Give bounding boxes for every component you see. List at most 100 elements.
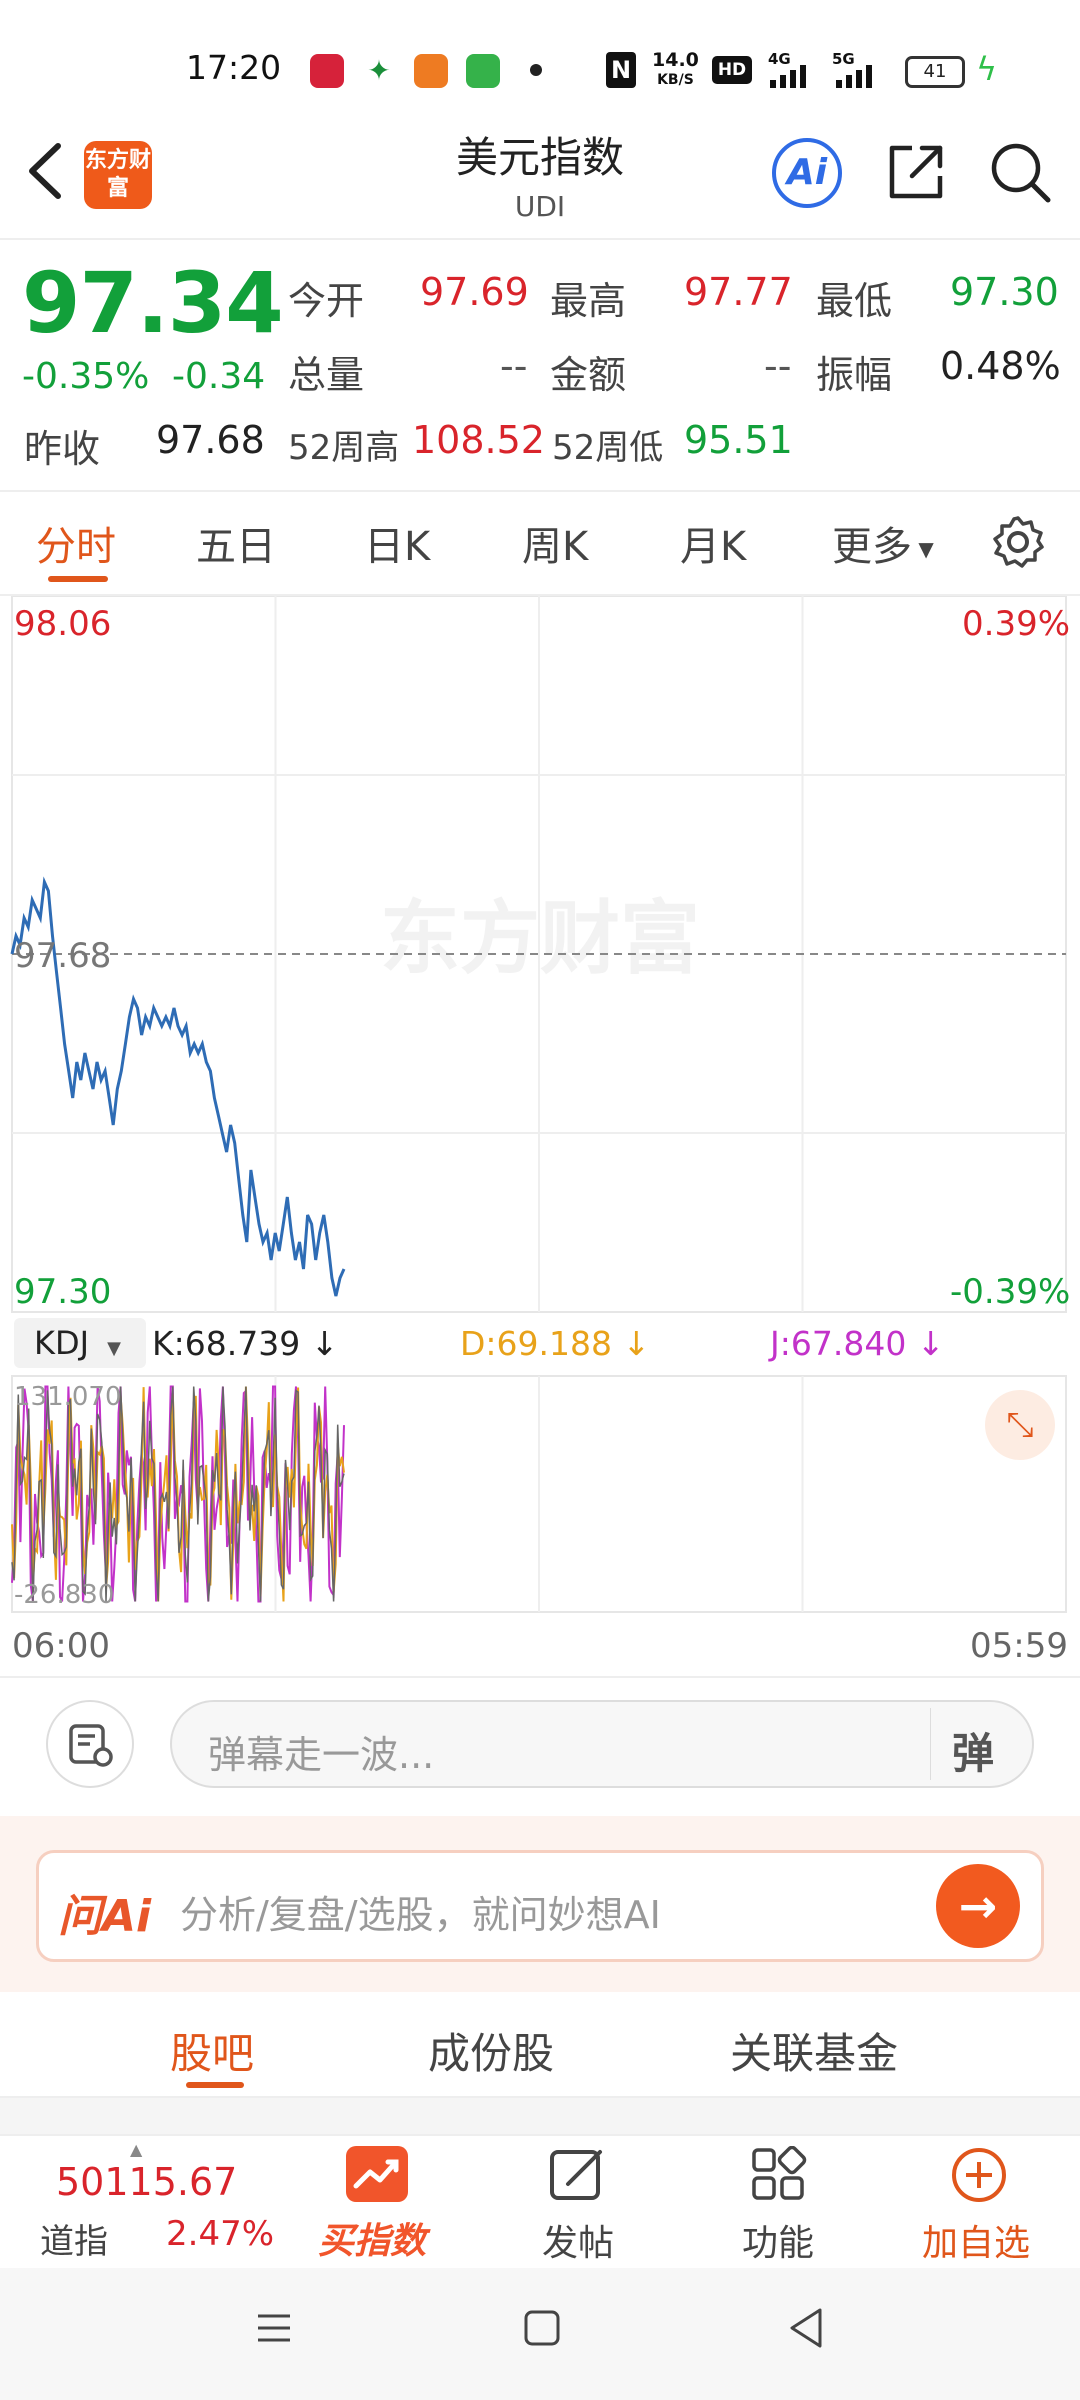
signal-5g-icon: 5G	[828, 50, 890, 88]
open-value: 97.69	[420, 270, 529, 314]
app-logo: 东方财富	[84, 141, 152, 209]
page-title: 美元指数	[455, 133, 624, 182]
indicator-selector[interactable]: KDJ ▼	[14, 1318, 146, 1368]
back-button[interactable]	[22, 140, 72, 212]
divider	[0, 238, 1080, 240]
amplitude-value: 0.48%	[940, 344, 1061, 388]
dow-change-pct: 2.47%	[166, 2214, 275, 2254]
gear-icon	[993, 516, 1044, 568]
ai-assistant-button[interactable]: Ai	[772, 138, 842, 208]
kdj-indicator-lines	[11, 1385, 345, 1603]
shield-app-icon	[466, 54, 500, 88]
amount-label: 金额	[550, 353, 627, 397]
danmaku-settings-button[interactable]	[46, 1700, 134, 1788]
chevron-left-icon	[29, 143, 61, 199]
share-button[interactable]	[886, 142, 946, 202]
functions-label: 功能	[742, 2223, 815, 2264]
high-value: 97.77	[684, 270, 793, 314]
week52-low-value: 95.51	[684, 418, 793, 462]
chart-bottom-pct: -0.39%	[950, 1272, 1071, 1312]
ai-ask-placeholder: 分析/复盘/选股，就问妙想AI	[180, 1893, 661, 1937]
tab-active-indicator	[186, 2082, 244, 2088]
expand-icon: ⤡	[1006, 1405, 1034, 1445]
low-label: 最低	[816, 279, 893, 323]
tab-intraday[interactable]: 分时	[36, 514, 116, 572]
tab-forum[interactable]: 股吧	[170, 2020, 254, 2081]
change-amount: -0.34	[172, 356, 266, 397]
amount-value: --	[764, 344, 792, 388]
tab-related-funds[interactable]: 关联基金	[730, 2020, 898, 2081]
danmaku-toggle-button[interactable]: 弹	[952, 1720, 994, 1781]
trend-chart-icon	[346, 2146, 408, 2202]
kdj-k-value: K:68.739 ↓	[152, 1324, 339, 1363]
status-bar: 17:20 ✦ N 14.0 KB/S HD 4G 5G 41 ϟ	[0, 0, 1080, 130]
low-value: 97.30	[950, 270, 1059, 314]
tab-constituents[interactable]: 成份股	[428, 2020, 554, 2081]
hd-badge: HD	[712, 56, 752, 84]
chart-mid-price: 97.68	[14, 936, 112, 976]
ai-logo: 问Ai	[58, 1891, 152, 1942]
book-app-icon	[414, 54, 448, 88]
menu-icon[interactable]	[254, 2308, 294, 2352]
prev-close-label: 昨收	[24, 427, 101, 471]
change-percent: -0.35%	[22, 356, 150, 397]
kdj-top-value: 131.070	[14, 1382, 122, 1412]
add-watchlist-label: 加自选	[922, 2223, 1031, 2264]
divider	[0, 490, 1080, 492]
week52-high-value: 108.52	[412, 418, 545, 462]
tab-more[interactable]: 更多 ▼	[832, 514, 934, 572]
section-gap	[0, 2098, 1080, 2134]
expand-chart-button[interactable]: ⤡	[985, 1390, 1055, 1460]
high-label: 最高	[550, 279, 627, 323]
danmaku-settings-icon	[69, 1724, 113, 1767]
dow-name: 道指	[40, 2222, 108, 2262]
tab-weekly-k[interactable]: 周K	[522, 514, 588, 572]
back-nav-icon[interactable]	[786, 2306, 826, 2354]
amplitude-label: 振幅	[816, 353, 893, 397]
kdj-j-value: J:67.840 ↓	[770, 1324, 945, 1363]
volume-label: 总量	[288, 353, 365, 397]
dow-value: 50115.67	[56, 2160, 238, 2204]
share-icon	[889, 145, 943, 199]
battery-icon: 41	[905, 56, 965, 88]
nfc-icon: N	[606, 52, 636, 88]
ai-submit-button[interactable]: →	[936, 1864, 1020, 1948]
clock: 17:20	[186, 48, 282, 87]
app-notification-icon	[310, 54, 344, 88]
divider	[930, 1708, 931, 1780]
chart-settings-button[interactable]	[990, 514, 1046, 570]
tab-daily-k[interactable]: 日K	[364, 514, 430, 572]
edit-icon	[548, 2146, 608, 2208]
signal-4g-icon: 4G	[768, 50, 822, 88]
chart-top-pct: 0.39%	[962, 604, 1071, 644]
post-label: 发帖	[542, 2223, 615, 2264]
week52-low-label: 52周低	[552, 428, 664, 468]
tab-active-indicator	[48, 576, 108, 582]
arrow-down-icon: ↓	[916, 1324, 945, 1363]
week52-high-label: 52周高	[288, 428, 400, 468]
system-nav-bar	[0, 2268, 1080, 2400]
tab-five-day[interactable]: 五日	[196, 514, 276, 572]
arrow-right-icon: →	[958, 1879, 998, 1933]
charging-icon: ϟ	[976, 50, 998, 88]
tab-monthly-k[interactable]: 月K	[680, 514, 746, 572]
divider	[0, 1676, 1080, 1678]
dropdown-caret-icon: ▼	[107, 1338, 121, 1359]
grid-icon	[750, 2145, 808, 2208]
post-app-icon: ✦	[362, 54, 396, 88]
add-circle-icon	[950, 2146, 1008, 2208]
chart-bottom-price: 97.30	[14, 1272, 112, 1312]
search-icon	[991, 143, 1051, 203]
home-icon[interactable]	[522, 2308, 562, 2352]
search-button[interactable]	[988, 140, 1052, 204]
chart-watermark: 东方财富	[380, 892, 700, 985]
danmaku-placeholder: 弹幕走一波...	[208, 1733, 435, 1777]
prev-close-value: 97.68	[156, 418, 265, 462]
net-speed: 14.0 KB/S	[652, 49, 699, 88]
kdj-d-value: D:69.188 ↓	[460, 1324, 651, 1363]
volume-value: --	[500, 344, 528, 388]
dropdown-caret-icon: ▼	[912, 537, 934, 561]
intraday-chart[interactable]: 东方财富	[0, 596, 1080, 1676]
time-axis-start: 06:00	[12, 1626, 110, 1666]
open-label: 今开	[288, 279, 365, 323]
